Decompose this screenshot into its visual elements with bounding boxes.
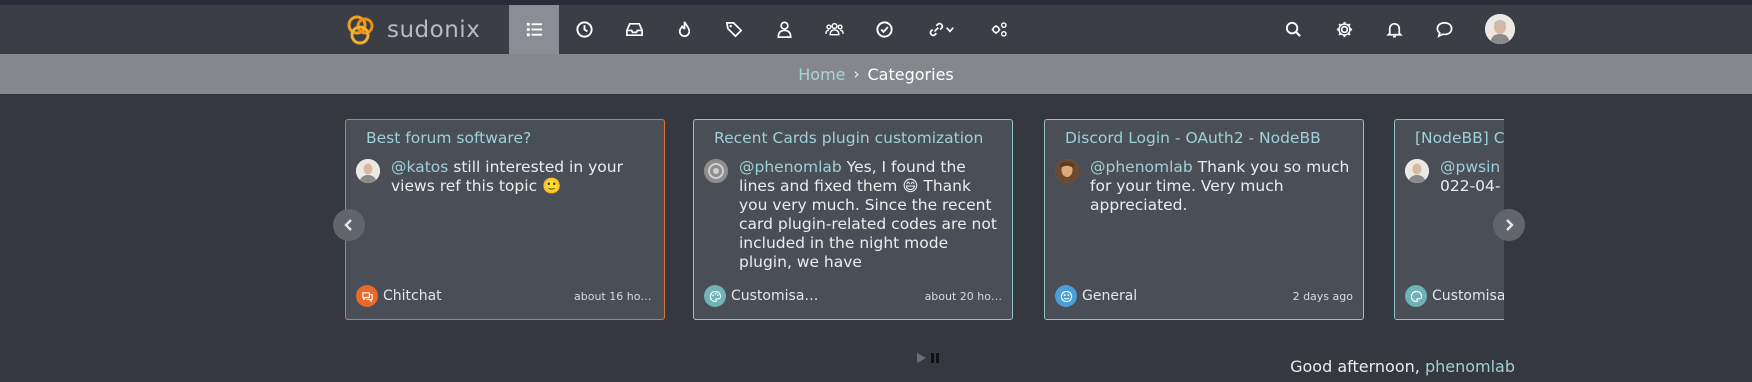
greeting: Good afternoon, phenomlab <box>1290 357 1515 376</box>
palette-category-icon <box>704 285 726 307</box>
recent-cards-carousel: Best forum software? @katos still intere… <box>344 119 1504 321</box>
topic-card[interactable]: Recent Cards plugin customization @pheno… <box>693 119 1013 320</box>
carousel-next-button[interactable] <box>1493 209 1525 241</box>
card-footer: Customisat… about 20 ho… <box>704 285 1002 307</box>
search-button[interactable] <box>1268 5 1318 54</box>
tags-icon <box>725 21 742 38</box>
card-avatar[interactable] <box>704 159 728 183</box>
bell-icon <box>1385 23 1403 38</box>
card-category-link[interactable]: General <box>1082 288 1137 304</box>
card-avatar[interactable] <box>1055 159 1079 183</box>
nav-tags-button[interactable] <box>709 5 759 54</box>
navbar: sudonix <box>0 5 1752 54</box>
card-body: @pwsin plugin, t actually from th 022-04… <box>1440 158 1504 270</box>
nav-groups-button[interactable] <box>809 5 859 54</box>
nav-links-dropdown[interactable] <box>912 5 972 54</box>
card-category-link[interactable]: Customisat <box>1432 288 1504 304</box>
globe-category-icon <box>1055 285 1077 307</box>
card-mention[interactable]: @phenomlab <box>1090 158 1193 176</box>
nav-users-button[interactable] <box>759 5 809 54</box>
pause-icon[interactable] <box>929 352 941 364</box>
breadcrumb: Home › Categories <box>0 54 1752 94</box>
categories-icon <box>526 22 542 37</box>
breadcrumb-home-link[interactable]: Home <box>798 65 845 84</box>
carousel-prev-button[interactable] <box>333 209 365 241</box>
nav-recent-button[interactable] <box>559 5 609 54</box>
card-timestamp: about 16 hour… <box>574 289 654 303</box>
chitchat-category-icon <box>356 285 378 307</box>
topic-card[interactable]: Best forum software? @katos still intere… <box>345 119 665 320</box>
links-icon <box>929 22 954 37</box>
chat-button[interactable] <box>1419 5 1469 54</box>
chevron-left-icon <box>344 219 352 231</box>
greeting-text: Good afternoon, <box>1290 357 1425 376</box>
card-footer: Chitchat about 16 hour… <box>356 285 654 307</box>
card-body: @phenomlab Yes, I found the lines and fi… <box>739 158 1001 270</box>
nav-unread-button[interactable] <box>609 5 659 54</box>
card-footer: Customisat <box>1405 285 1504 307</box>
palette-category-icon <box>1405 285 1427 307</box>
card-timestamp: 2 days ago <box>1292 289 1353 303</box>
recent-icon <box>575 21 593 38</box>
card-title[interactable]: Best forum software? <box>366 129 531 147</box>
groups-icon <box>824 22 844 36</box>
card-body: @phenomlab Thank you so much for your ti… <box>1090 158 1352 270</box>
card-body: @katos still interested in your views re… <box>391 158 653 270</box>
card-title[interactable]: Recent Cards plugin customization <box>714 129 983 147</box>
sudonix-logo-icon <box>344 13 378 47</box>
brand-link[interactable]: sudonix <box>344 12 480 48</box>
topic-card[interactable]: [NodeBB] C @pwsin plugin, t actually fro… <box>1394 119 1504 320</box>
nav-solved-button[interactable] <box>859 5 909 54</box>
nav-categories-button[interactable] <box>509 5 559 54</box>
unread-icon <box>625 22 643 37</box>
users-icon <box>776 21 792 38</box>
settings-icon <box>1336 21 1352 38</box>
card-avatar[interactable] <box>1405 159 1429 183</box>
card-footer: General 2 days ago <box>1055 285 1353 307</box>
carousel-playback-controls <box>915 352 941 364</box>
chat-icon <box>1436 21 1452 38</box>
card-timestamp: about 20 ho… <box>924 289 1002 303</box>
admin-icon <box>991 22 1007 37</box>
settings-button[interactable] <box>1319 5 1369 54</box>
card-category-link[interactable]: Customisat… <box>731 288 821 304</box>
play-icon[interactable] <box>915 352 927 364</box>
greeting-username-link[interactable]: phenomlab <box>1425 357 1515 376</box>
card-title[interactable]: Discord Login - OAuth2 - NodeBB <box>1065 129 1321 147</box>
card-category-link[interactable]: Chitchat <box>383 288 442 304</box>
card-avatar[interactable] <box>356 159 380 183</box>
popular-icon <box>678 21 690 37</box>
card-title[interactable]: [NodeBB] C <box>1415 129 1504 147</box>
search-icon <box>1285 21 1301 37</box>
user-avatar[interactable] <box>1485 14 1515 44</box>
notifications-button[interactable] <box>1369 5 1419 54</box>
card-mention[interactable]: @phenomlab <box>739 158 842 176</box>
card-mention[interactable]: @katos <box>391 158 448 176</box>
solved-icon <box>875 21 893 38</box>
breadcrumb-separator-icon: › <box>853 65 860 83</box>
brand-name: sudonix <box>387 17 481 43</box>
card-mention[interactable]: @pwsin <box>1440 158 1500 176</box>
topic-card[interactable]: Discord Login - OAuth2 - NodeBB @phenoml… <box>1044 119 1364 320</box>
nav-popular-button[interactable] <box>659 5 709 54</box>
chevron-right-icon <box>1506 219 1514 231</box>
nav-admin-button[interactable] <box>974 5 1024 54</box>
breadcrumb-current: Categories <box>867 64 954 84</box>
